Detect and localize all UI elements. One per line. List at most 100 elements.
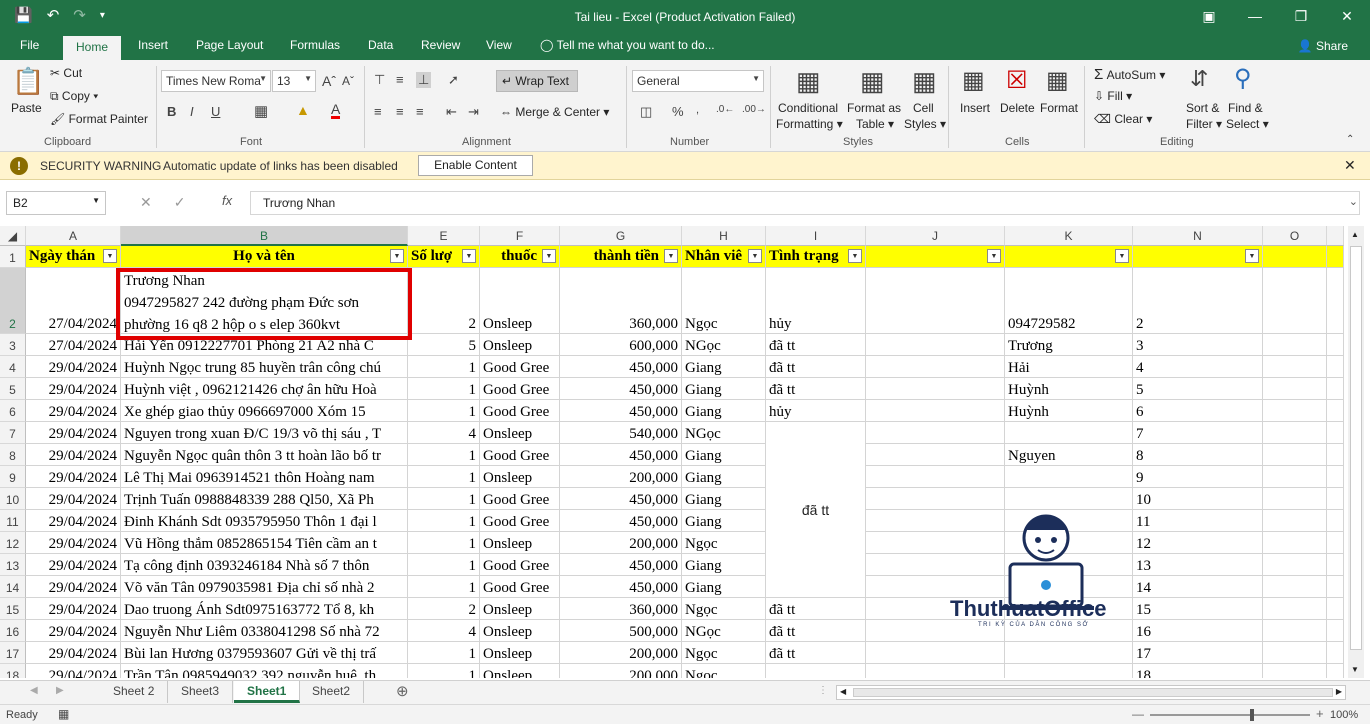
row-header-10[interactable]: 10 bbox=[0, 488, 26, 510]
cell-e9[interactable]: 1 bbox=[408, 466, 480, 488]
cell-f6[interactable]: Good Gree bbox=[480, 400, 560, 422]
column-header-i[interactable]: I bbox=[766, 226, 866, 246]
header-cell-product[interactable]: thuốc ▼ bbox=[480, 246, 560, 268]
cell-i16[interactable]: đã tt bbox=[766, 620, 866, 642]
spreadsheet-grid[interactable]: ◢ A B E F G H I J K N O 1 Ngày thán ▼ Họ … bbox=[0, 226, 1344, 678]
cell-k3[interactable]: Trương bbox=[1005, 334, 1133, 356]
cell-a3[interactable]: 27/04/2024 bbox=[26, 334, 121, 356]
column-header-o[interactable]: O bbox=[1263, 226, 1327, 246]
cell-g18[interactable]: 200,000 bbox=[560, 664, 682, 678]
clear-button[interactable]: ⌫ Clear ▾ bbox=[1094, 112, 1152, 126]
column-header-j[interactable]: J bbox=[866, 226, 1005, 246]
cell-o12[interactable] bbox=[1263, 532, 1327, 554]
cell-j3[interactable] bbox=[866, 334, 1005, 356]
row-header-3[interactable]: 3 bbox=[0, 334, 26, 356]
cell-h10[interactable]: Giang bbox=[682, 488, 766, 510]
cell-p10[interactable] bbox=[1327, 488, 1344, 510]
cell-p11[interactable] bbox=[1327, 510, 1344, 532]
cell-b11[interactable]: Đinh Khánh Sdt 0935795950 Thôn 1 đại l bbox=[121, 510, 408, 532]
cell-b10[interactable]: Trịnh Tuấn 0988848339 288 Ql50, Xã Ph bbox=[121, 488, 408, 510]
cell-b9[interactable]: Lê Thị Mai 0963914521 thôn Hoàng nam bbox=[121, 466, 408, 488]
cell-g11[interactable]: 450,000 bbox=[560, 510, 682, 532]
header-cell-j[interactable]: ▼ bbox=[866, 246, 1005, 268]
collapse-ribbon-icon[interactable]: ⌃ bbox=[1346, 134, 1354, 145]
cell-b12[interactable]: Vũ Hồng thắm 0852865154 Tiên cầm an t bbox=[121, 532, 408, 554]
cell-j5[interactable] bbox=[866, 378, 1005, 400]
format-cells-button[interactable]: Format bbox=[1040, 101, 1078, 115]
merge-center-button[interactable]: ⇔ Merge & Center ▾ bbox=[500, 105, 609, 119]
cell-h11[interactable]: Giang bbox=[682, 510, 766, 532]
row-header-9[interactable]: 9 bbox=[0, 466, 26, 488]
sheet-tab-sheet-2[interactable]: Sheet 2 bbox=[100, 681, 169, 703]
vertical-scroll-thumb[interactable] bbox=[1350, 246, 1362, 650]
cell-e3[interactable]: 5 bbox=[408, 334, 480, 356]
filter-dropdown-icon[interactable]: ▼ bbox=[462, 249, 476, 263]
decrease-decimal-icon[interactable]: .00→ bbox=[742, 104, 766, 115]
bold-icon[interactable]: B bbox=[167, 104, 176, 119]
cell-a9[interactable]: 29/04/2024 bbox=[26, 466, 121, 488]
cell-f10[interactable]: Good Gree bbox=[480, 488, 560, 510]
sheet-tab-sheet3[interactable]: Sheet3 bbox=[168, 681, 234, 703]
cell-h3[interactable]: NGọc bbox=[682, 334, 766, 356]
cell-o18[interactable] bbox=[1263, 664, 1327, 678]
accounting-format-icon[interactable]: ◫ bbox=[640, 104, 652, 120]
copy-button[interactable]: ⧉ Copy ▾ bbox=[50, 89, 98, 104]
cell-n3[interactable]: 3 bbox=[1133, 334, 1263, 356]
cut-button[interactable]: ✂ Cut bbox=[50, 66, 82, 80]
cell-p13[interactable] bbox=[1327, 554, 1344, 576]
cell-f11[interactable]: Good Gree bbox=[480, 510, 560, 532]
borders-icon[interactable]: ▦ bbox=[254, 102, 268, 120]
cell-g3[interactable]: 600,000 bbox=[560, 334, 682, 356]
cell-i18[interactable] bbox=[766, 664, 866, 678]
cell-g16[interactable]: 500,000 bbox=[560, 620, 682, 642]
cell-n2[interactable]: 2 bbox=[1133, 268, 1263, 334]
cell-e5[interactable]: 1 bbox=[408, 378, 480, 400]
increase-decimal-icon[interactable]: .0← bbox=[716, 104, 734, 115]
cell-i2[interactable]: hủy bbox=[766, 268, 866, 334]
cell-g5[interactable]: 450,000 bbox=[560, 378, 682, 400]
cell-p8[interactable] bbox=[1327, 444, 1344, 466]
cell-f17[interactable]: Onsleep bbox=[480, 642, 560, 664]
cell-f18[interactable]: Onsleep bbox=[480, 664, 560, 678]
row-header-16[interactable]: 16 bbox=[0, 620, 26, 642]
row-header-6[interactable]: 6 bbox=[0, 400, 26, 422]
row-header-11[interactable]: 11 bbox=[0, 510, 26, 532]
cell-a5[interactable]: 29/04/2024 bbox=[26, 378, 121, 400]
cell-f9[interactable]: Onsleep bbox=[480, 466, 560, 488]
cell-h17[interactable]: Ngọc bbox=[682, 642, 766, 664]
enter-formula-icon[interactable]: ✓ bbox=[174, 194, 186, 211]
column-header-g[interactable]: G bbox=[560, 226, 682, 246]
row-header-4[interactable]: 4 bbox=[0, 356, 26, 378]
header-cell-o[interactable] bbox=[1263, 246, 1327, 268]
row-header-2[interactable]: 2 bbox=[0, 268, 26, 334]
font-color-icon[interactable]: A bbox=[331, 102, 341, 119]
cell-n17[interactable]: 17 bbox=[1133, 642, 1263, 664]
column-header-e[interactable]: E bbox=[408, 226, 480, 246]
share-button[interactable]: 👤 Share bbox=[1298, 39, 1348, 53]
format-painter-button[interactable]: 🖌 Format Painter bbox=[50, 112, 148, 126]
insert-cells-icon[interactable]: ▦ bbox=[962, 66, 985, 95]
row-header-8[interactable]: 8 bbox=[0, 444, 26, 466]
cell-h7[interactable]: NGọc bbox=[682, 422, 766, 444]
cell-g7[interactable]: 540,000 bbox=[560, 422, 682, 444]
sort-filter-button[interactable]: Sort & bbox=[1186, 101, 1219, 115]
align-center-icon[interactable]: ≡ bbox=[396, 104, 404, 119]
header-cell-staff[interactable]: Nhân viê ▼ bbox=[682, 246, 766, 268]
autosum-button[interactable]: Σ AutoSum ▾ bbox=[1094, 66, 1165, 83]
tab-page-layout[interactable]: Page Layout bbox=[196, 38, 263, 52]
cell-k17[interactable] bbox=[1005, 642, 1133, 664]
cell-a13[interactable]: 29/04/2024 bbox=[26, 554, 121, 576]
cell-f16[interactable]: Onsleep bbox=[480, 620, 560, 642]
cell-p17[interactable] bbox=[1327, 642, 1344, 664]
cell-h12[interactable]: Ngọc bbox=[682, 532, 766, 554]
cell-k4[interactable]: Hải bbox=[1005, 356, 1133, 378]
cell-f14[interactable]: Good Gree bbox=[480, 576, 560, 598]
cell-h8[interactable]: Giang bbox=[682, 444, 766, 466]
cell-p4[interactable] bbox=[1327, 356, 1344, 378]
ribbon-display-options-icon[interactable]: ▣ bbox=[1186, 0, 1232, 34]
cell-b4[interactable]: Huỳnh Ngọc trung 85 huyền trân công chú bbox=[121, 356, 408, 378]
cell-n5[interactable]: 5 bbox=[1133, 378, 1263, 400]
restore-icon[interactable]: ❐ bbox=[1278, 0, 1324, 34]
cell-b6[interactable]: Xe ghép giao thủy 0966697000 Xóm 15 bbox=[121, 400, 408, 422]
cell-j8[interactable] bbox=[866, 444, 1005, 466]
